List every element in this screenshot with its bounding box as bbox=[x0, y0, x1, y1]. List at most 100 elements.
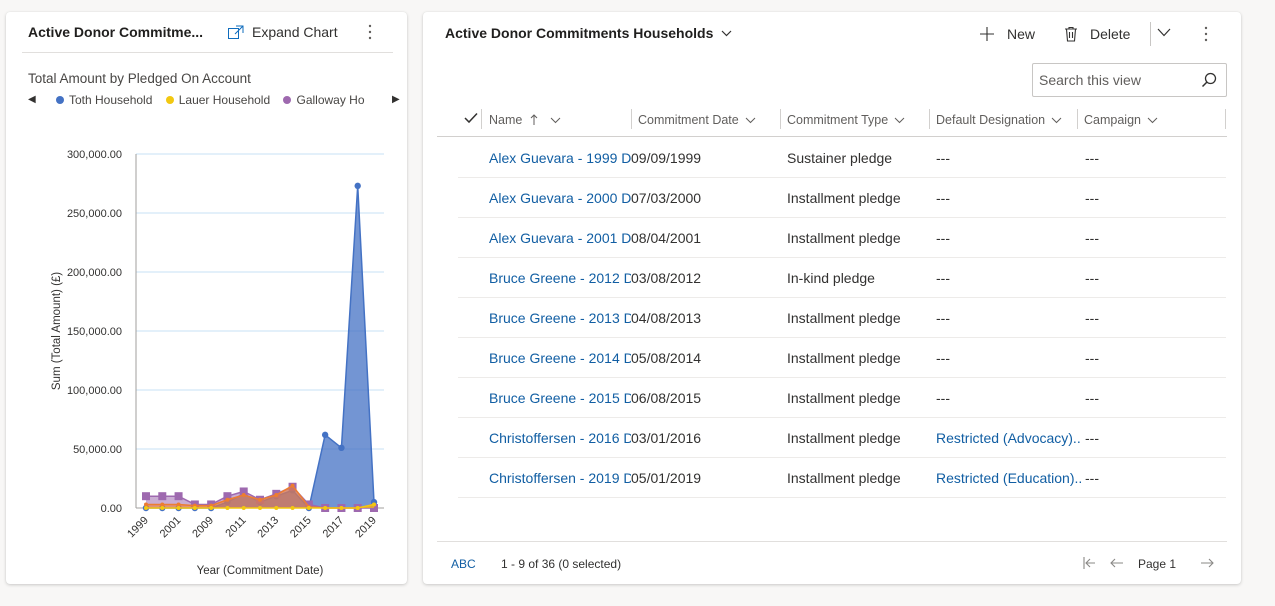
record-name-link[interactable]: Bruce Greene - 2015 Do bbox=[489, 378, 631, 418]
more-options-icon[interactable] bbox=[362, 22, 378, 42]
data-point bbox=[225, 497, 230, 502]
x-tick-label: 2013 bbox=[255, 514, 281, 540]
column-divider bbox=[929, 109, 930, 129]
table-row[interactable]: Alex Guevara - 2000 Do 07/03/2000 Instal… bbox=[458, 178, 1226, 218]
column-header-campaign[interactable]: Campaign bbox=[1084, 103, 1158, 137]
data-point bbox=[274, 506, 279, 510]
previous-page-icon[interactable] bbox=[1109, 555, 1125, 571]
column-header-name[interactable]: Name bbox=[489, 103, 561, 137]
new-button[interactable]: New bbox=[979, 23, 1035, 45]
legend-item-lauer[interactable]: Lauer Household bbox=[165, 93, 271, 107]
record-name-link[interactable]: Alex Guevara - 1999 Do bbox=[489, 138, 631, 178]
chart-panel-title: Active Donor Commitme... bbox=[28, 24, 204, 40]
more-options-icon[interactable] bbox=[1198, 24, 1214, 44]
chevron-down-icon[interactable] bbox=[1157, 28, 1171, 37]
legend-prev-icon[interactable]: ◀ bbox=[28, 94, 36, 105]
table-row[interactable]: Bruce Greene - 2015 Do 06/08/2015 Instal… bbox=[458, 378, 1226, 418]
y-tick-label: 0.00 bbox=[101, 503, 122, 515]
commitment-date: 05/01/2019 bbox=[631, 470, 702, 486]
x-axis-title: Year (Commitment Date) bbox=[197, 565, 324, 577]
commitment-type: Installment pledge bbox=[787, 230, 901, 246]
search-box bbox=[1032, 63, 1227, 97]
legend-next-icon[interactable]: ▶ bbox=[392, 94, 400, 105]
data-point bbox=[258, 506, 262, 510]
data-point bbox=[142, 492, 150, 501]
commitment-type: Sustainer pledge bbox=[787, 150, 893, 166]
column-header-label: Name bbox=[489, 113, 523, 127]
sort-ascending-icon bbox=[530, 114, 538, 125]
column-header-commitment-type[interactable]: Commitment Type bbox=[787, 103, 905, 137]
record-name-link[interactable]: Bruce Greene - 2014 Do bbox=[489, 338, 631, 378]
commitment-date: 03/01/2016 bbox=[631, 430, 702, 446]
trash-icon bbox=[1065, 26, 1077, 42]
x-tick-label: 2001 bbox=[158, 514, 184, 540]
record-name-link[interactable]: Christoffersen - 2019 D bbox=[489, 458, 631, 498]
y-tick-label: 50,000.00 bbox=[73, 444, 122, 456]
legend-item-galloway[interactable]: Galloway Ho bbox=[283, 93, 365, 107]
expand-chart-button[interactable]: Expand Chart bbox=[228, 22, 338, 42]
record-name-link[interactable]: Alex Guevara - 2000 Do bbox=[489, 178, 631, 218]
select-all-check-icon[interactable] bbox=[464, 112, 478, 124]
default-designation-link[interactable]: Restricted (Advocacy)... bbox=[936, 418, 1082, 458]
table-row[interactable]: Christoffersen - 2019 D 05/01/2019 Insta… bbox=[458, 458, 1226, 498]
search-icon[interactable] bbox=[1201, 72, 1217, 88]
y-tick-label: 150,000.00 bbox=[67, 326, 122, 338]
table-row[interactable]: Bruce Greene - 2012 Do 03/08/2012 In-kin… bbox=[458, 258, 1226, 298]
table-row[interactable]: Bruce Greene - 2013 Do 04/08/2013 Instal… bbox=[458, 298, 1226, 338]
data-point bbox=[176, 502, 181, 507]
x-tick-label: 1999 bbox=[125, 514, 151, 540]
campaign: --- bbox=[1085, 270, 1099, 286]
data-point bbox=[274, 493, 279, 498]
record-name-link[interactable]: Christoffersen - 2016 D bbox=[489, 418, 631, 458]
default-designation-link[interactable]: Restricted (Education)... bbox=[936, 458, 1082, 498]
commitment-type: Installment pledge bbox=[787, 470, 901, 486]
data-point bbox=[160, 502, 165, 507]
record-name-link[interactable]: Bruce Greene - 2012 Do bbox=[489, 258, 631, 298]
area-chart: 0.00 50,000.00 100,000.00 150,000.00 200,000… bbox=[51, 149, 384, 577]
y-axis-title: Sum (Total Amount) (£) bbox=[51, 272, 63, 390]
data-point bbox=[354, 182, 361, 190]
chevron-down-icon bbox=[894, 117, 905, 123]
divider bbox=[22, 52, 393, 53]
data-point bbox=[209, 506, 214, 510]
legend-label: Lauer Household bbox=[178, 93, 271, 107]
commitment-type: Installment pledge bbox=[787, 390, 901, 406]
table-row[interactable]: Alex Guevara - 2001 Do 08/04/2001 Instal… bbox=[458, 218, 1226, 258]
column-header-default-designation[interactable]: Default Designation bbox=[936, 103, 1062, 137]
alphabet-filter-button[interactable]: ABC bbox=[451, 557, 476, 571]
default-designation: --- bbox=[936, 150, 950, 166]
column-header-commitment-date[interactable]: Commitment Date bbox=[638, 103, 756, 137]
commitment-date: 07/03/2000 bbox=[631, 190, 702, 206]
first-page-icon[interactable] bbox=[1082, 555, 1098, 571]
column-divider bbox=[1225, 109, 1226, 129]
delete-button[interactable]: Delete bbox=[1064, 23, 1130, 45]
x-tick-label: 2015 bbox=[288, 514, 314, 540]
y-tick-label: 200,000.00 bbox=[67, 267, 122, 279]
view-selector[interactable]: Active Donor Commitments Households bbox=[445, 25, 732, 41]
column-header-label: Campaign bbox=[1084, 113, 1141, 127]
grid-panel: Active Donor Commitments Households New … bbox=[423, 12, 1241, 584]
campaign: --- bbox=[1085, 390, 1099, 406]
record-name-link[interactable]: Bruce Greene - 2013 Do bbox=[489, 298, 631, 338]
table-row[interactable]: Alex Guevara - 1999 Do 09/09/1999 Sustai… bbox=[458, 138, 1226, 178]
record-name-link[interactable]: Alex Guevara - 2001 Do bbox=[489, 218, 631, 258]
legend-item-toth[interactable]: Toth Household bbox=[56, 93, 152, 107]
campaign: --- bbox=[1085, 150, 1099, 166]
data-point bbox=[321, 431, 329, 439]
data-point bbox=[241, 506, 246, 510]
next-page-icon[interactable] bbox=[1199, 555, 1215, 571]
search-input[interactable] bbox=[1033, 64, 1193, 96]
add-icon bbox=[980, 27, 994, 41]
view-title: Active Donor Commitments Households bbox=[445, 25, 714, 41]
commitment-type: Installment pledge bbox=[787, 190, 901, 206]
y-tick-label: 250,000.00 bbox=[67, 208, 122, 220]
table-row[interactable]: Christoffersen - 2016 D 03/01/2016 Insta… bbox=[458, 418, 1226, 458]
column-header-label: Commitment Date bbox=[638, 113, 739, 127]
chart-title: Total Amount by Pledged On Account bbox=[28, 71, 251, 86]
x-tick-label: 2009 bbox=[190, 514, 216, 540]
table-row[interactable]: Bruce Greene - 2014 Do 05/08/2014 Instal… bbox=[458, 338, 1226, 378]
legend-items: Toth Household Lauer Household Galloway … bbox=[56, 93, 366, 109]
chart-panel: Active Donor Commitme... Expand Chart To… bbox=[6, 12, 407, 584]
data-point bbox=[160, 506, 165, 510]
default-designation: --- bbox=[936, 270, 950, 286]
